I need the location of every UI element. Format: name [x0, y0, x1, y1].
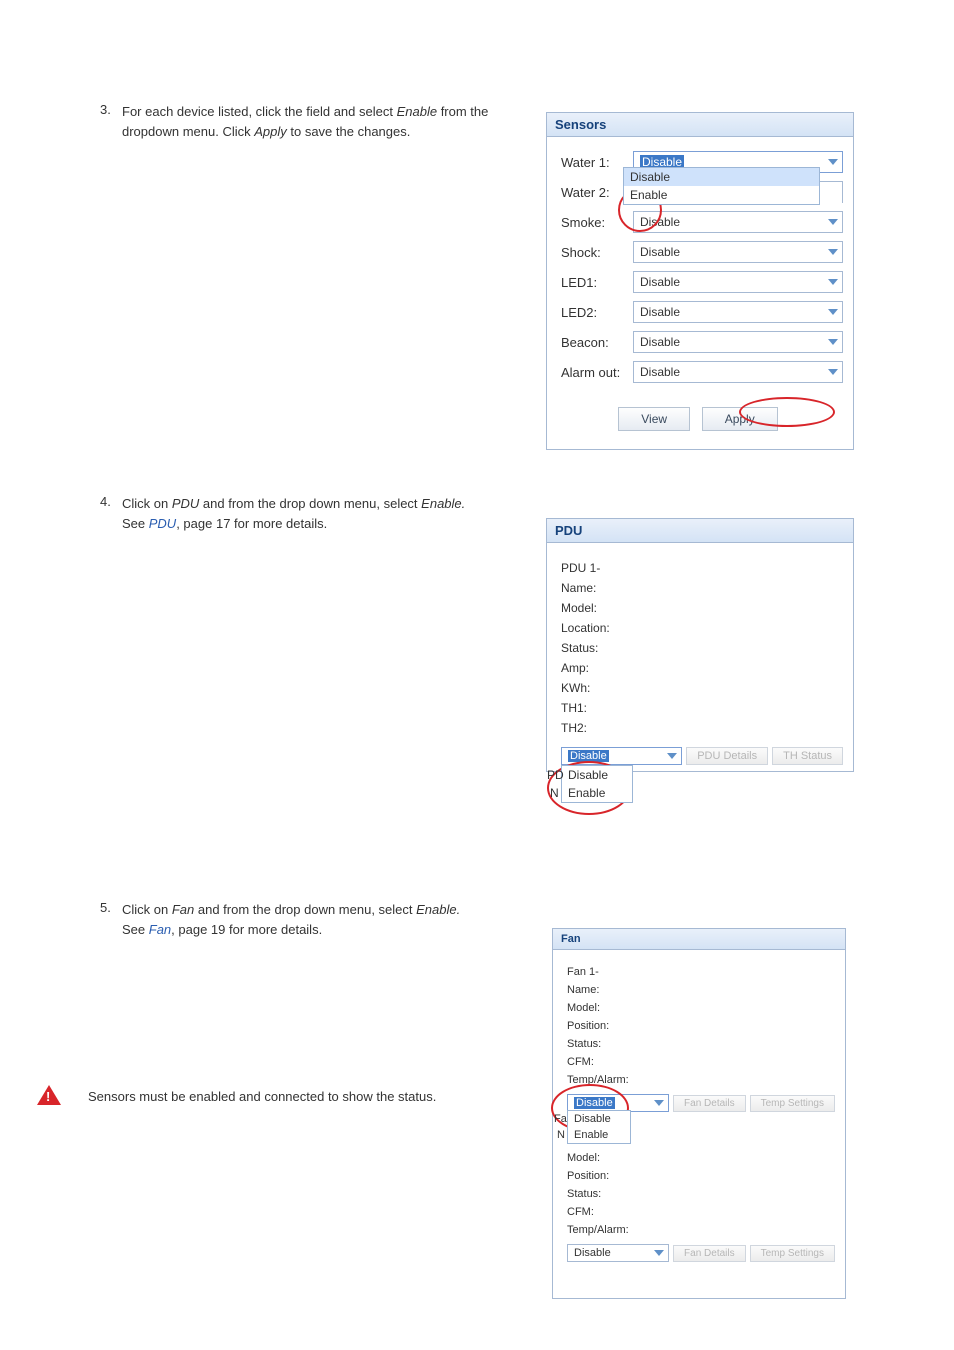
fan2-position: Position:: [567, 1170, 835, 1182]
label-alarmout: Alarm out:: [561, 365, 633, 380]
pdu-status: Status:: [561, 641, 843, 655]
fan1-name: Name:: [567, 984, 835, 996]
option-enable[interactable]: NEnable: [568, 1127, 630, 1143]
pdu-kwh: KWh:: [561, 681, 843, 695]
fan1-cfm: CFM:: [567, 1056, 835, 1068]
option-disable[interactable]: FaDisable: [568, 1111, 630, 1127]
option-enable[interactable]: NEnable: [562, 784, 632, 802]
fan1-status: Status:: [567, 1038, 835, 1050]
chevron-down-icon: [654, 1250, 664, 1256]
pdu-model: Model:: [561, 601, 843, 615]
fan2-select[interactable]: Disable: [567, 1244, 669, 1262]
fan1-settings-button[interactable]: Temp Settings: [750, 1095, 835, 1112]
option-enable[interactable]: Enable: [624, 186, 819, 204]
pdu-th1: TH1:: [561, 701, 843, 715]
fan2-temp: Temp/Alarm:: [567, 1224, 835, 1236]
step-3-number: 3.: [100, 102, 111, 117]
warning-text: Sensors must be enabled and connected to…: [88, 1087, 448, 1107]
view-button[interactable]: View: [618, 407, 690, 431]
dropdown-open-water2[interactable]: Disable Enable: [623, 167, 820, 205]
select-smoke[interactable]: Disable: [633, 211, 843, 233]
pdu-th2: TH2:: [561, 721, 843, 735]
label-smoke: Smoke:: [561, 215, 633, 230]
fan2-settings-button[interactable]: Temp Settings: [750, 1245, 835, 1262]
pdu-amp: Amp:: [561, 661, 843, 675]
chevron-down-icon: [828, 219, 838, 225]
step-5-text: Click on Fan and from the drop down menu…: [122, 900, 522, 939]
fan2-cfm: CFM:: [567, 1206, 835, 1218]
chevron-down-icon: [667, 753, 677, 759]
chevron-down-icon: [654, 1100, 664, 1106]
select-alarmout[interactable]: Disable: [633, 361, 843, 383]
select-led1[interactable]: Disable: [633, 271, 843, 293]
step-4-number: 4.: [100, 494, 111, 509]
sensors-panel: Sensors Water 1: Disable Water 2: Disabl…: [546, 112, 854, 450]
fan-dropdown-open[interactable]: FaDisable NEnable: [567, 1110, 631, 1144]
fan1-details-button[interactable]: Fan Details: [673, 1095, 746, 1112]
fan-title: Fan: [553, 929, 845, 950]
chevron-down-icon: [828, 309, 838, 315]
chevron-down-icon: [828, 339, 838, 345]
select-led2[interactable]: Disable: [633, 301, 843, 323]
apply-button[interactable]: Apply: [702, 407, 778, 431]
fan-heading1: Fan 1-: [567, 966, 835, 978]
label-beacon: Beacon:: [561, 335, 633, 350]
fan1-position: Position:: [567, 1020, 835, 1032]
step-5-number: 5.: [100, 900, 111, 915]
sensors-title: Sensors: [547, 113, 853, 137]
th-status-button[interactable]: TH Status: [772, 747, 843, 765]
fan2-details-button[interactable]: Fan Details: [673, 1245, 746, 1262]
select-shock[interactable]: Disable: [633, 241, 843, 263]
warning-icon: [37, 1085, 61, 1105]
label-led1: LED1:: [561, 275, 633, 290]
pdu-title: PDU: [547, 519, 853, 543]
step-4-text: Click on PDU and from the drop down menu…: [122, 494, 522, 533]
label-led2: LED2:: [561, 305, 633, 320]
chevron-down-icon: [828, 249, 838, 255]
fan-panel: Fan Fan 1- Name: Model: Position: Status…: [552, 928, 846, 1299]
pdu-panel: PDU PDU 1- Name: Model: Location: Status…: [546, 518, 854, 772]
option-disable[interactable]: PDDisable: [562, 766, 632, 784]
pdu-dropdown-open[interactable]: PDDisable NEnable: [561, 765, 633, 803]
select-beacon[interactable]: Disable: [633, 331, 843, 353]
link-fan[interactable]: Fan: [149, 922, 171, 937]
chevron-down-icon: [828, 159, 838, 165]
chevron-down-icon: [828, 279, 838, 285]
option-disable[interactable]: Disable: [624, 168, 819, 186]
fan2-model: Model:: [567, 1152, 835, 1164]
pdu-select[interactable]: Disable: [561, 747, 682, 765]
fan1-temp: Temp/Alarm:: [567, 1074, 835, 1086]
pdu-location: Location:: [561, 621, 843, 635]
label-shock: Shock:: [561, 245, 633, 260]
fan2-status: Status:: [567, 1188, 835, 1200]
link-pdu[interactable]: PDU: [149, 516, 176, 531]
fan1-model: Model:: [567, 1002, 835, 1014]
step-3-text: For each device listed, click the field …: [122, 102, 522, 141]
pdu-details-button[interactable]: PDU Details: [686, 747, 768, 765]
chevron-down-icon: [828, 369, 838, 375]
pdu-name: Name:: [561, 581, 843, 595]
pdu-heading: PDU 1-: [561, 561, 843, 575]
